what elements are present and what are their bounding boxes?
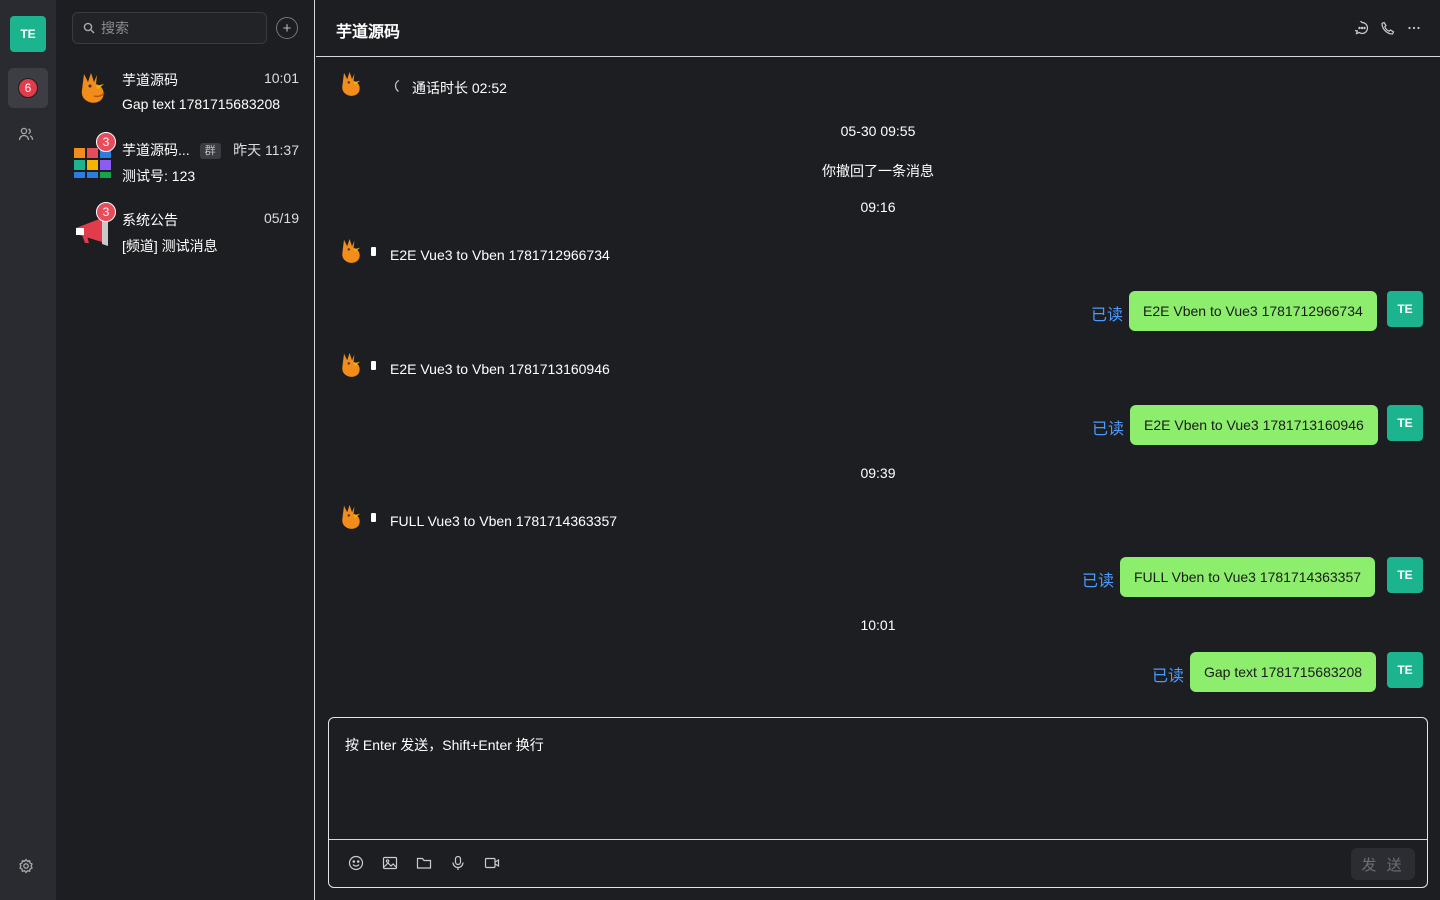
- chat-panel: 芋道源码 通话时长 02:52 05-30 09:55 你撤回了一条消息 09:…: [316, 0, 1440, 900]
- video-icon[interactable]: [483, 854, 501, 872]
- outgoing-message: Gap text 1781715683208: [1190, 652, 1377, 692]
- outgoing-message: E2E Vben to Vue3 1781713160946: [1130, 405, 1378, 445]
- sender-marker: [371, 361, 376, 370]
- unread-badge: 3: [96, 132, 116, 152]
- conversation-list: 搜索 + 芋道源码 10:01 Gap text 1781715683208 3…: [56, 0, 315, 900]
- my-avatar[interactable]: TE: [1387, 405, 1423, 441]
- timestamp: 05-30 09:55: [840, 123, 916, 139]
- my-avatar[interactable]: TE: [1387, 557, 1423, 593]
- unread-badge: 6: [18, 78, 38, 98]
- timestamp: 09:39: [860, 465, 896, 481]
- conversation-preview: Gap text 1781715683208: [122, 96, 281, 112]
- left-rail: TE 6: [0, 0, 56, 900]
- phone-icon[interactable]: [1380, 20, 1396, 36]
- divider: [329, 839, 1427, 840]
- contacts-icon[interactable]: [18, 126, 38, 146]
- send-button[interactable]: 发 送: [1351, 848, 1415, 880]
- outgoing-message: FULL Vben to Vue3 1781714363357: [1120, 557, 1376, 597]
- conversation-preview: [频道] 测试消息: [122, 238, 218, 254]
- conversation-item[interactable]: 芋道源码 10:01 Gap text 1781715683208: [56, 58, 315, 128]
- phone-icon: [394, 79, 400, 92]
- header-actions: [1354, 20, 1422, 36]
- search-icon: [83, 22, 95, 34]
- settings-icon[interactable]: [18, 858, 38, 878]
- conversation-time: 昨天 11:37: [233, 142, 299, 158]
- conversation-preview: 测试号: 123: [122, 168, 196, 184]
- bird-avatar: [74, 68, 114, 108]
- my-avatar[interactable]: TE: [1387, 291, 1423, 327]
- timestamp: 09:16: [860, 199, 896, 215]
- search-input[interactable]: 搜索: [72, 12, 267, 44]
- emoji-icon[interactable]: [347, 854, 365, 872]
- incoming-message: E2E Vue3 to Vben 1781713160946: [390, 361, 610, 377]
- search-placeholder: 搜索: [101, 20, 129, 36]
- conversation-name: 芋道源码... 群: [122, 140, 221, 160]
- incoming-message: E2E Vue3 to Vben 1781712966734: [390, 247, 610, 263]
- chat-title: 芋道源码: [336, 24, 401, 41]
- bird-avatar: [342, 505, 360, 529]
- bird-avatar: [342, 353, 360, 377]
- group-tag: 群: [199, 143, 221, 159]
- conversation-name: 系统公告: [122, 212, 178, 228]
- chat-bubble-icon[interactable]: [1354, 20, 1370, 36]
- composer-input[interactable]: 按 Enter 发送，Shift+Enter 换行: [345, 735, 544, 755]
- nav-chats-button[interactable]: 6: [8, 68, 48, 108]
- read-status: 已读: [1152, 668, 1185, 685]
- microphone-icon[interactable]: [449, 854, 467, 872]
- my-avatar[interactable]: TE: [1387, 652, 1423, 688]
- recall-notice: 你撤回了一条消息: [822, 163, 934, 179]
- outgoing-message: E2E Vben to Vue3 1781712966734: [1129, 291, 1377, 331]
- more-icon[interactable]: [1406, 20, 1422, 36]
- conversation-item[interactable]: 3 芋道源码... 群 昨天 11:37 测试号: 123: [56, 128, 315, 198]
- message-list: 通话时长 02:52 05-30 09:55 你撤回了一条消息 09:16 E2…: [316, 57, 1440, 707]
- bird-avatar: [342, 239, 360, 263]
- image-icon[interactable]: [381, 854, 399, 872]
- conversation-name-text: 芋道源码...: [122, 142, 190, 158]
- timestamp: 10:01: [860, 617, 896, 633]
- read-status: 已读: [1082, 573, 1115, 590]
- sender-marker: [371, 247, 376, 256]
- folder-icon[interactable]: [415, 854, 433, 872]
- bird-avatar: [342, 72, 360, 96]
- user-avatar[interactable]: TE: [10, 16, 46, 52]
- conversation-time: 05/19: [263, 210, 299, 226]
- message-composer[interactable]: 按 Enter 发送，Shift+Enter 换行 发 送: [328, 717, 1428, 888]
- conversation-item[interactable]: 3 系统公告 05/19 [频道] 测试消息: [56, 198, 315, 268]
- read-status: 已读: [1091, 307, 1124, 324]
- chat-header: 芋道源码: [316, 0, 1440, 57]
- unread-badge: 3: [96, 202, 116, 222]
- read-status: 已读: [1092, 421, 1125, 438]
- conversation-time: 10:01: [263, 70, 299, 86]
- incoming-message: FULL Vue3 to Vben 1781714363357: [390, 513, 618, 529]
- conversation-name: 芋道源码: [122, 72, 178, 88]
- call-record: 通话时长 02:52: [412, 80, 507, 96]
- add-button[interactable]: +: [276, 17, 298, 39]
- sender-marker: [371, 513, 376, 522]
- composer-toolbar: [347, 854, 501, 872]
